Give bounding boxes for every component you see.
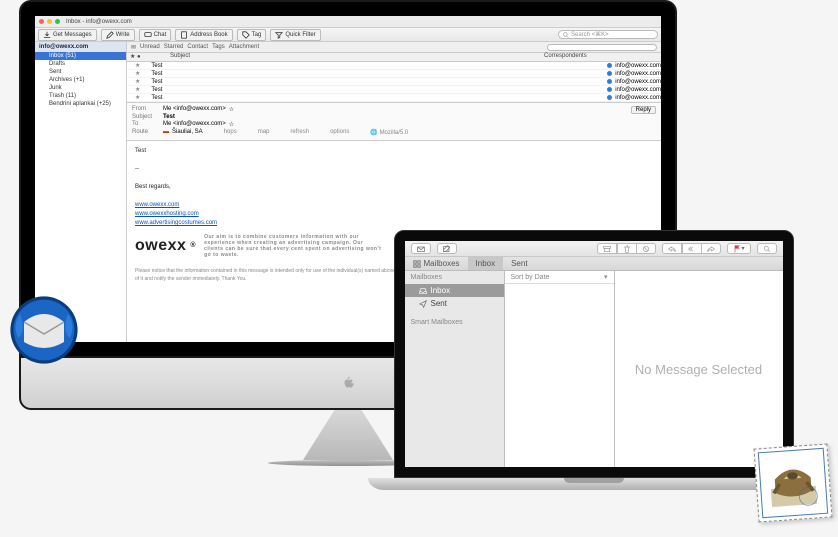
message-row[interactable]: ★Testinfo@owexx.com — [127, 94, 661, 102]
message-list: ★ ● Subject Correspondents ★Testinfo@owe… — [127, 53, 661, 103]
sort-dropdown[interactable]: Sort by Date▾ — [505, 271, 614, 284]
account-header[interactable]: info@owexx.com — [35, 42, 126, 52]
filter-bar: ✉ Unread Starred Contact Tags Attachment — [127, 42, 661, 53]
reply-group — [662, 243, 721, 254]
close-icon[interactable] — [39, 19, 44, 24]
archive-group — [597, 243, 656, 254]
reply-icon — [668, 245, 676, 253]
forward-button[interactable] — [702, 243, 721, 254]
thunderbird-logo-icon — [4, 290, 84, 370]
sidebar-header-mailboxes: Mailboxes — [405, 271, 504, 284]
reply-button[interactable] — [662, 243, 682, 254]
folder-drafts[interactable]: Drafts — [35, 60, 126, 68]
filter-starred[interactable]: Starred — [164, 44, 184, 50]
book-icon — [180, 31, 188, 39]
junk-button[interactable] — [637, 243, 656, 254]
write-button[interactable]: Write — [101, 29, 135, 41]
compose-button[interactable] — [437, 243, 457, 254]
junk-icon — [642, 245, 650, 253]
archive-button[interactable] — [597, 243, 617, 254]
inbox-icon — [417, 245, 425, 253]
folder-trash[interactable]: Trash (11) — [35, 92, 126, 100]
col-correspondents[interactable]: Correspondents — [541, 53, 661, 61]
get-messages-button[interactable]: Get Messages — [38, 29, 97, 41]
address-book-button[interactable]: Address Book — [175, 29, 232, 41]
compose-icon — [443, 245, 451, 253]
chat-icon — [144, 31, 152, 39]
header-subject: Test — [163, 114, 175, 120]
apple-logo-icon — [341, 376, 355, 390]
delete-button[interactable] — [617, 243, 637, 254]
macbook-device: ▾ Mailboxes Inbox Sent Mailboxes Inbox — [368, 230, 819, 506]
forward-icon — [707, 245, 715, 253]
message-row[interactable]: ★Testinfo@owexx.com — [127, 70, 661, 78]
pencil-icon — [106, 31, 114, 39]
search-icon — [763, 245, 771, 253]
flag-icon — [733, 245, 741, 253]
header-to: Me <info@owexx.com> — [163, 121, 226, 128]
sidebar-inbox[interactable]: Inbox — [405, 284, 504, 297]
message-list-pane: Sort by Date▾ — [505, 271, 615, 467]
tab-sent[interactable]: Sent — [503, 257, 535, 270]
folder-archives[interactable]: Archives (+1) — [35, 76, 126, 84]
link[interactable]: www.owexxhosting.com — [135, 211, 199, 217]
tab-mailboxes[interactable]: Mailboxes — [405, 257, 468, 270]
tab-inbox[interactable]: Inbox — [468, 257, 504, 270]
reply-all-button[interactable] — [682, 243, 702, 254]
sidebar-sent[interactable]: Sent — [405, 297, 504, 310]
filter-contact[interactable]: Contact — [187, 44, 208, 50]
message-headers: Reply FromMe <info@owexx.com> ☆ SubjectT… — [127, 103, 661, 141]
reply-all-icon — [688, 245, 696, 253]
filter-messages-input[interactable] — [547, 44, 657, 51]
no-message-label: No Message Selected — [635, 362, 762, 377]
tag-icon — [242, 31, 250, 39]
mail-sidebar: Mailboxes Inbox Sent Smart Mailboxes — [405, 271, 505, 467]
sent-icon — [419, 300, 427, 308]
archive-icon — [603, 245, 611, 253]
search-button[interactable] — [757, 243, 777, 254]
folder-shared[interactable]: Bendrini aplankai (+25) — [35, 100, 126, 108]
filter-tags[interactable]: Tags — [212, 44, 225, 50]
search-icon — [563, 32, 569, 38]
tag-button[interactable]: Tag — [237, 29, 267, 41]
link[interactable]: www.advertisingcostumes.com — [135, 220, 217, 226]
preview-pane: No Message Selected — [615, 271, 783, 467]
folder-junk[interactable]: Junk — [35, 84, 126, 92]
filter-icon — [275, 31, 283, 39]
mailbox-tabs: Mailboxes Inbox Sent — [405, 257, 783, 271]
trash-icon — [623, 245, 631, 253]
message-row[interactable]: ★Testinfo@owexx.com — [127, 86, 661, 94]
minimize-icon[interactable] — [47, 19, 52, 24]
download-icon — [43, 31, 51, 39]
reply-button[interactable]: Reply — [631, 106, 656, 114]
col-subject[interactable]: Subject — [167, 53, 541, 61]
mailboxes-icon — [413, 260, 421, 268]
mail-toolbar: ▾ — [405, 241, 783, 257]
message-row[interactable]: ★Testinfo@owexx.com — [127, 62, 661, 70]
filter-attachment[interactable]: Attachment — [229, 44, 259, 50]
message-row[interactable]: ★Testinfo@owexx.com — [127, 78, 661, 86]
quick-filter-button[interactable]: Quick Filter — [270, 29, 320, 41]
search-input[interactable]: Search <⌘K> — [558, 30, 658, 39]
apple-mail-stamp-icon — [754, 444, 833, 523]
maximize-icon[interactable] — [55, 19, 60, 24]
toolbar: Get Messages Write Chat Address Book Tag — [35, 28, 661, 42]
flag-button[interactable]: ▾ — [727, 243, 750, 254]
sidebar-header-smart: Smart Mailboxes — [405, 316, 504, 329]
window-titlebar: Inbox - info@owexx.com — [35, 16, 661, 28]
apple-mail-window: ▾ Mailboxes Inbox Sent Mailboxes Inbox — [405, 241, 783, 467]
header-from: Me <info@owexx.com> — [163, 106, 226, 113]
header-route: Šiauliai, SA — [172, 129, 203, 136]
folder-inbox[interactable]: Inbox (51) — [35, 52, 126, 60]
inbox-button[interactable] — [411, 243, 431, 254]
window-title: Inbox - info@owexx.com — [66, 19, 132, 25]
filter-unread[interactable]: Unread — [140, 44, 160, 50]
chat-button[interactable]: Chat — [139, 29, 172, 41]
link[interactable]: www.owexx.com — [135, 202, 179, 208]
inbox-icon — [419, 287, 427, 295]
folder-sent[interactable]: Sent — [35, 68, 126, 76]
